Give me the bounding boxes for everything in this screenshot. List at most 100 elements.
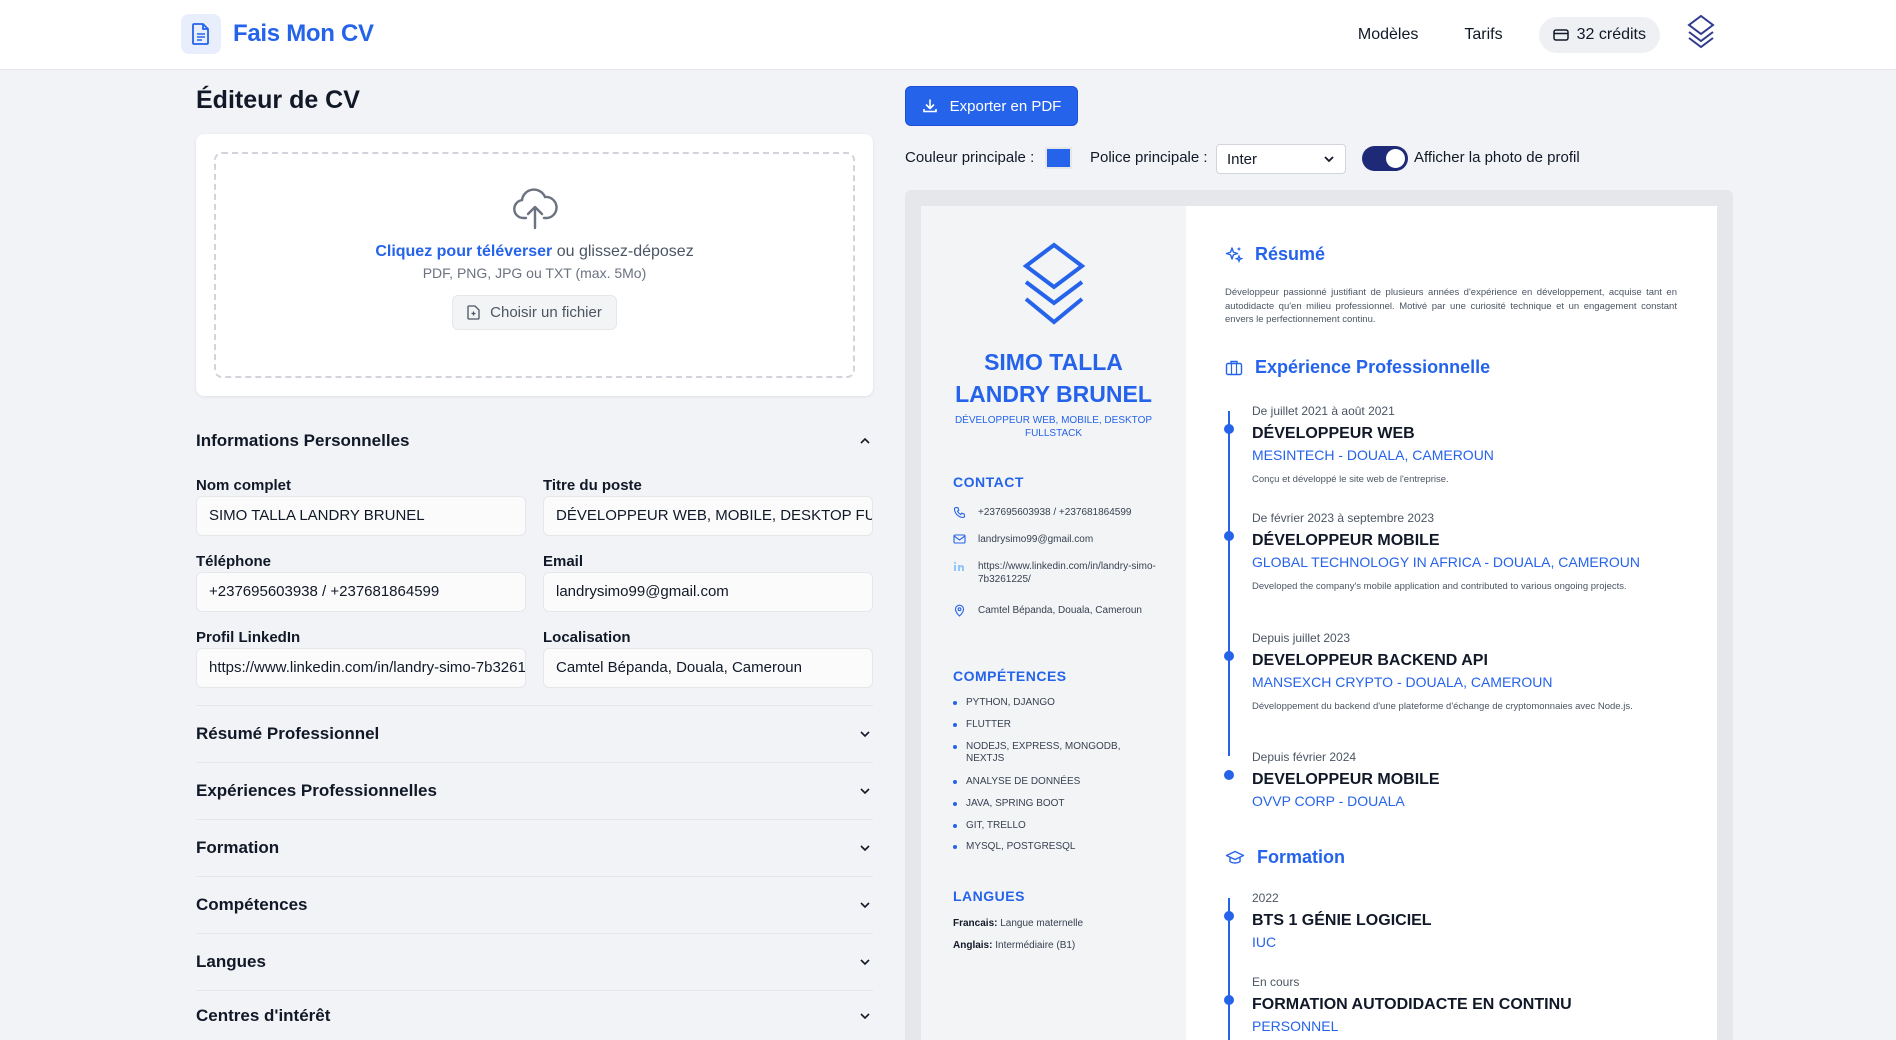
cv-exp-date: Depuis février 2024 [1252,750,1357,764]
user-avatar-logo-icon[interactable] [1686,14,1716,55]
font-select[interactable]: Inter [1216,144,1346,174]
jobtitle-label: Titre du poste [543,477,642,494]
cv-summary-heading: Résumé [1225,244,1325,265]
jobtitle-input[interactable]: DÉVELOPPEUR WEB, MOBILE, DESKTOP FULLSTA… [543,496,873,536]
font-label: Police principale : [1090,149,1208,166]
color-picker[interactable] [1045,147,1072,169]
phone-icon [953,506,966,519]
cv-skill-item: FLUTTER [953,719,1153,731]
chevron-down-icon [860,788,870,795]
chevron-down-icon [860,845,870,852]
cv-job-title: DÉVELOPPEUR WEB, MOBILE, DESKTOP FULLSTA… [954,415,1153,439]
chevron-down-icon [860,959,870,966]
color-label: Couleur principale : [905,149,1035,166]
location-input[interactable]: Camtel Bépanda, Douala, Cameroun [543,648,873,688]
photo-toggle[interactable] [1362,146,1408,171]
accordion-interests[interactable]: Centres d'intérêt [196,990,873,1040]
cv-exp-desc: Développement du backend d'une plateform… [1252,701,1633,712]
font-select-value: Inter [1227,150,1258,168]
timeline-dot [1224,424,1234,434]
map-pin-icon [954,604,965,617]
page-title: Éditeur de CV [196,86,360,114]
cv-logo-icon [1021,242,1087,333]
fullname-input[interactable]: SIMO TALLA LANDRY BRUNEL [196,496,526,536]
cv-edu-degree: BTS 1 GÉNIE LOGICIEL [1252,912,1432,929]
briefcase-icon [1225,360,1243,376]
cv-exp-role: DÉVELOPPEUR MOBILE [1252,532,1440,549]
cv-contact-email: landrysimo99@gmail.com [953,533,1163,546]
chevron-up-icon [860,437,870,444]
timeline-dot [1224,770,1234,780]
cv-preview: SIMO TALLA LANDRY BRUNEL DÉVELOPPEUR WEB… [905,190,1733,1040]
cv-main: Résumé Développeur passionné justifiant … [1186,206,1717,1040]
timeline-dot [1224,995,1234,1005]
file-dropzone[interactable]: Cliquez pour téléverser ou glissez-dépos… [214,152,855,378]
cv-language-item: Anglais: Intermédiaire (B1) [953,940,1076,951]
brand[interactable]: Fais Mon CV [181,14,374,54]
email-input[interactable]: landrysimo99@gmail.com [543,572,873,612]
credits-badge[interactable]: 32 crédits [1538,16,1660,53]
timeline-dot [1224,651,1234,661]
cv-exp-company: OVVP CORP - DOUALA [1252,793,1405,809]
accordion-experiences-title: Expériences Professionnelles [196,781,437,800]
phone-label: Téléphone [196,553,272,570]
fullname-label: Nom complet [196,477,292,494]
cv-skill-item: MYSQL, POSTGRESQL [953,841,1153,853]
download-icon [922,99,937,113]
credits-count: 32 crédits [1576,25,1646,43]
accordion-skills[interactable]: Compétences [196,876,873,933]
cv-languages-heading: LANGUES [953,888,1025,904]
dropzone-instruction: Cliquez pour téléverser ou glissez-dépos… [216,243,853,261]
cv-contact-linkedin: https://www.linkedin.com/in/landry-simo-… [953,560,1163,586]
accordion-experiences[interactable]: Expériences Professionnelles [196,762,873,819]
cv-exp-company: GLOBAL TECHNOLOGY IN AFRICA - DOUALA, CA… [1252,554,1640,570]
cv-name-line1: SIMO TALLA [984,349,1123,375]
accordion-languages[interactable]: Langues [196,933,873,990]
accordion-summary-title: Résumé Professionnel [196,724,380,743]
cv-contact-phone: +237695603938 / +237681864599 [953,506,1163,519]
email-label: Email [543,553,584,570]
section-personal-title: Informations Personnelles [196,431,410,450]
choose-file-label: Choisir un fichier [490,304,602,321]
nav-link-templates[interactable]: Modèles [1348,16,1428,54]
accordion-skills-title: Compétences [196,895,308,914]
cv-email-text: landrysimo99@gmail.com [978,534,1094,545]
cv-summary-text: Développeur passionné justifiant de plus… [1225,287,1677,325]
linkedin-icon [953,561,965,571]
cv-exp-role: DEVELOPPEUR BACKEND API [1252,652,1488,669]
file-plus-icon [467,305,480,320]
cv-linkedin-text[interactable]: https://www.linkedin.com/in/landry-simo-… [978,560,1163,586]
cv-exp-date: De juillet 2021 à août 2021 [1252,404,1395,418]
accordion-summary[interactable]: Résumé Professionnel [196,705,873,762]
upload-link[interactable]: Cliquez pour téléverser [375,243,552,260]
timeline-dot [1224,911,1234,921]
drop-text: ou glissez-déposez [556,243,694,260]
cv-edu-date: 2022 [1252,891,1279,905]
cv-skill-item: JAVA, SPRING BOOT [953,798,1153,810]
cv-exp-company: MESINTECH - DOUALA, CAMEROUN [1252,447,1494,463]
cv-skill-item: NODEJS, EXPRESS, MONGODB, NEXTJS [953,741,1153,765]
export-pdf-button[interactable]: Exporter en PDF [905,86,1078,126]
photo-toggle-label: Afficher la photo de profil [1414,149,1580,166]
choose-file-button[interactable]: Choisir un fichier [452,295,617,330]
cv-edu-date: En cours [1252,975,1300,989]
phone-input[interactable]: +237695603938 / +237681864599 [196,572,526,612]
section-personal-info[interactable]: Informations Personnelles [196,430,873,452]
cv-experience-heading: Expérience Professionnelle [1225,357,1490,378]
cv-exp-desc: Developed the company's mobile applicati… [1252,581,1627,592]
nav-link-pricing[interactable]: Tarifs [1454,16,1512,54]
accordion-languages-title: Langues [196,952,266,971]
top-navbar: Fais Mon CV Modèles Tarifs 32 crédits [0,0,1896,70]
upload-hint: PDF, PNG, JPG ou TXT (max. 5Mo) [422,265,647,281]
document-icon [181,14,221,54]
cv-exp-desc: Conçu et développé le site web de l'entr… [1252,474,1449,485]
wallet-icon [1552,28,1569,41]
main-nav: Modèles Tarifs 32 crédits [1348,14,1716,55]
graduation-cap-icon [1225,850,1245,864]
mail-icon [953,534,966,544]
chevron-down-icon [1324,156,1334,163]
cv-edu-school: PERSONNEL [1252,1018,1339,1034]
cv-exp-role: DEVELOPPEUR MOBILE [1252,771,1440,788]
accordion-education[interactable]: Formation [196,819,873,876]
linkedin-input[interactable]: https://www.linkedin.com/in/landry-simo-… [196,648,526,688]
